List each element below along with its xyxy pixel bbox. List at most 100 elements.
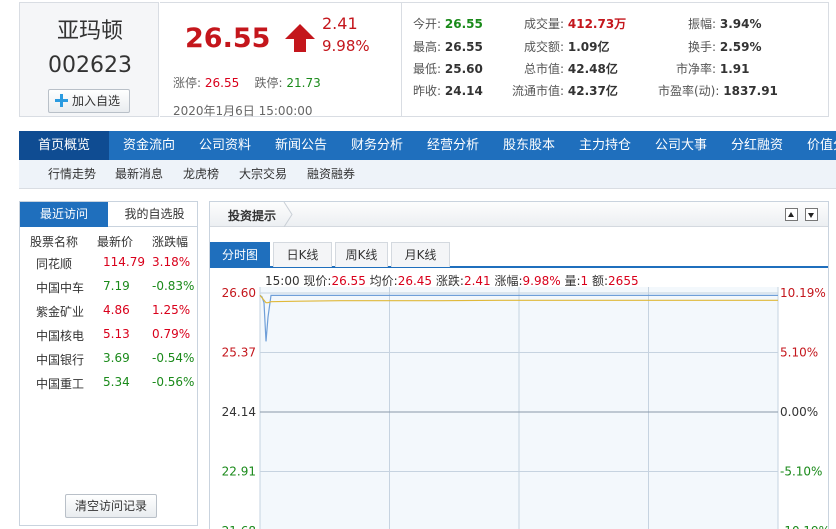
quote-grid: 今开: 26.55 最高: 26.55 最低: 25.60 昨收: 24.14 … xyxy=(402,2,829,117)
quote-pe: 市盈率(动): 1837.91 xyxy=(658,82,778,99)
table-row[interactable]: 中国重工 5.34 -0.56% xyxy=(20,371,197,395)
row-stock-name: 同花顺 xyxy=(36,257,73,271)
nav-item-fund-flow[interactable]: 资金流向 xyxy=(123,131,175,160)
expand-down-icon[interactable] xyxy=(805,208,818,221)
price-change: 2.41 xyxy=(322,14,358,33)
nav-item-financial[interactable]: 财务分析 xyxy=(351,131,403,160)
title-tab-edge-icon xyxy=(283,202,293,227)
info-vol-label: 量: xyxy=(564,274,581,288)
row-change-pct: 3.18% xyxy=(152,255,191,269)
quote-total-cap: 总市值: 42.48亿 xyxy=(524,60,618,77)
clear-history-button[interactable]: 清空访问记录 xyxy=(65,494,157,518)
subnav-item-dragon-tiger[interactable]: 龙虎榜 xyxy=(183,160,219,189)
turnover-label: 换手: xyxy=(688,40,717,54)
pb-label: 市净率: xyxy=(676,62,717,76)
col-stock-name: 股票名称 xyxy=(30,235,79,249)
low-value: 25.60 xyxy=(444,62,483,76)
y-tick-label-left: 21.68 xyxy=(222,524,256,529)
low-label: 最低: xyxy=(413,62,442,76)
recent-visits-panel: 最近访问 我的自选股 股票名称 最新价 涨跌幅 清空访问记录 同花顺 114.79… xyxy=(19,201,198,526)
open-label: 今开: xyxy=(413,17,442,31)
price-box: 26.55 2.41 9.98% 涨停: 26.55 跌停: 21.73 202… xyxy=(160,2,402,118)
info-price: 26.55 xyxy=(331,274,366,288)
quote-float-cap: 流通市值: 42.37亿 xyxy=(512,82,618,99)
nav-item-events[interactable]: 公司大事 xyxy=(655,131,707,160)
info-vol: 1 xyxy=(580,274,589,288)
volume-label: 成交量: xyxy=(524,17,565,31)
table-row[interactable]: 中国中车 7.19 -0.83% xyxy=(20,275,197,299)
subnav-item-block-trade[interactable]: 大宗交易 xyxy=(239,160,287,189)
high-value: 26.55 xyxy=(444,40,483,54)
subnav-item-news[interactable]: 最新消息 xyxy=(115,160,163,189)
subnav-item-trend[interactable]: 行情走势 xyxy=(48,160,96,189)
y-tick-label-left: 26.60 xyxy=(222,286,256,300)
nav-item-operation[interactable]: 经营分析 xyxy=(427,131,479,160)
main-nav: 首页概览 资金流向 公司资料 新闻公告 财务分析 经营分析 股东股本 主力持仓 … xyxy=(19,131,836,160)
open-value: 26.55 xyxy=(444,17,483,31)
quote-low: 最低: 25.60 xyxy=(413,60,483,77)
info-chg-label: 涨跌: xyxy=(435,274,464,288)
info-amt-label: 额: xyxy=(592,274,609,288)
y-tick-label-left: 22.91 xyxy=(222,465,256,479)
float-cap-value: 42.37亿 xyxy=(567,84,618,98)
nav-item-value[interactable]: 价值分 xyxy=(807,131,836,160)
turnover-value: 2.59% xyxy=(719,40,762,54)
tab-my-watchlist[interactable]: 我的自选股 xyxy=(112,202,197,227)
tab-intraday[interactable]: 分时图 xyxy=(210,242,270,267)
stock-code: 002623 xyxy=(48,53,132,78)
tab-weekly-k[interactable]: 周K线 xyxy=(335,242,388,267)
float-cap-label: 流通市值: xyxy=(512,84,565,98)
collapse-up-icon[interactable] xyxy=(785,208,798,221)
tab-daily-k[interactable]: 日K线 xyxy=(273,242,332,267)
row-latest-price: 5.34 xyxy=(103,375,130,389)
tab-monthly-k[interactable]: 月K线 xyxy=(391,242,450,267)
quote-prev-close: 昨收: 24.14 xyxy=(413,82,483,99)
y-tick-label-left: 24.14 xyxy=(222,405,256,419)
stock-identity-box: 亚玛顿 002623 加入自选 xyxy=(19,2,159,117)
pe-value: 1837.91 xyxy=(723,84,778,98)
row-latest-price: 5.13 xyxy=(103,327,130,341)
table-row[interactable]: 中国银行 3.69 -0.54% xyxy=(20,347,197,371)
nav-item-dividends[interactable]: 分红融资 xyxy=(731,131,783,160)
panel-title: 投资提示 xyxy=(228,209,277,223)
info-avg: 26.45 xyxy=(397,274,433,288)
table-row[interactable]: 紫金矿业 4.86 1.25% xyxy=(20,299,197,323)
quote-high: 最高: 26.55 xyxy=(413,38,483,55)
add-to-watchlist-label: 加入自选 xyxy=(72,94,121,108)
quote-volume: 成交量: 412.73万 xyxy=(524,15,626,32)
nav-item-news[interactable]: 新闻公告 xyxy=(275,131,327,160)
investment-tips-panel: 投资提示 分时图 日K线 周K线 月K线 26.60 10.19% 25.37 5.1… xyxy=(209,201,830,529)
chart-info-line: 15:00 现价:26.55 均价:26.45 涨跌:2.41 涨幅:9.98%… xyxy=(265,272,639,289)
total-cap-value: 42.48亿 xyxy=(567,62,618,76)
quote-amplitude: 振幅: 3.94% xyxy=(688,15,762,32)
row-stock-name: 中国重工 xyxy=(36,377,85,391)
prev-close-label: 昨收: xyxy=(413,84,442,98)
col-change-pct: 涨跌幅 xyxy=(152,235,189,249)
pb-value: 1.91 xyxy=(719,62,750,76)
stock-name: 亚玛顿 xyxy=(56,19,123,44)
info-pct: 9.98% xyxy=(522,274,561,288)
y-tick-label-right: -5.10% xyxy=(780,465,822,479)
quote-amount: 成交额: 1.09亿 xyxy=(524,38,609,55)
tab-recent-visits[interactable]: 最近访问 xyxy=(20,202,108,227)
row-stock-name: 中国核电 xyxy=(36,329,85,343)
row-stock-name: 紫金矿业 xyxy=(36,305,85,319)
y-tick-label-right: 5.10% xyxy=(780,346,818,360)
volume-value: 412.73万 xyxy=(567,17,627,31)
subnav-item-margin[interactable]: 融资融券 xyxy=(307,160,355,189)
nav-item-shareholders[interactable]: 股东股本 xyxy=(503,131,555,160)
nav-item-company-profile[interactable]: 公司资料 xyxy=(199,131,251,160)
amount-label: 成交额: xyxy=(524,40,565,54)
row-change-pct: 0.79% xyxy=(152,327,191,341)
nav-item-holdings[interactable]: 主力持仓 xyxy=(579,131,631,160)
row-latest-price: 7.19 xyxy=(103,279,130,293)
row-stock-name: 中国银行 xyxy=(36,353,85,367)
row-latest-price: 4.86 xyxy=(103,303,130,317)
nav-item-overview[interactable]: 首页概览 xyxy=(19,131,109,160)
table-row[interactable]: 中国核电 5.13 0.79% xyxy=(20,323,197,347)
y-tick-label-right: 0.00% xyxy=(780,405,818,419)
y-tick-label-right: -10.19% xyxy=(780,524,830,529)
add-to-watchlist-button[interactable]: 加入自选 xyxy=(48,89,130,113)
total-cap-label: 总市值: xyxy=(524,62,565,76)
table-row[interactable]: 同花顺 114.79 3.18% xyxy=(20,251,197,275)
